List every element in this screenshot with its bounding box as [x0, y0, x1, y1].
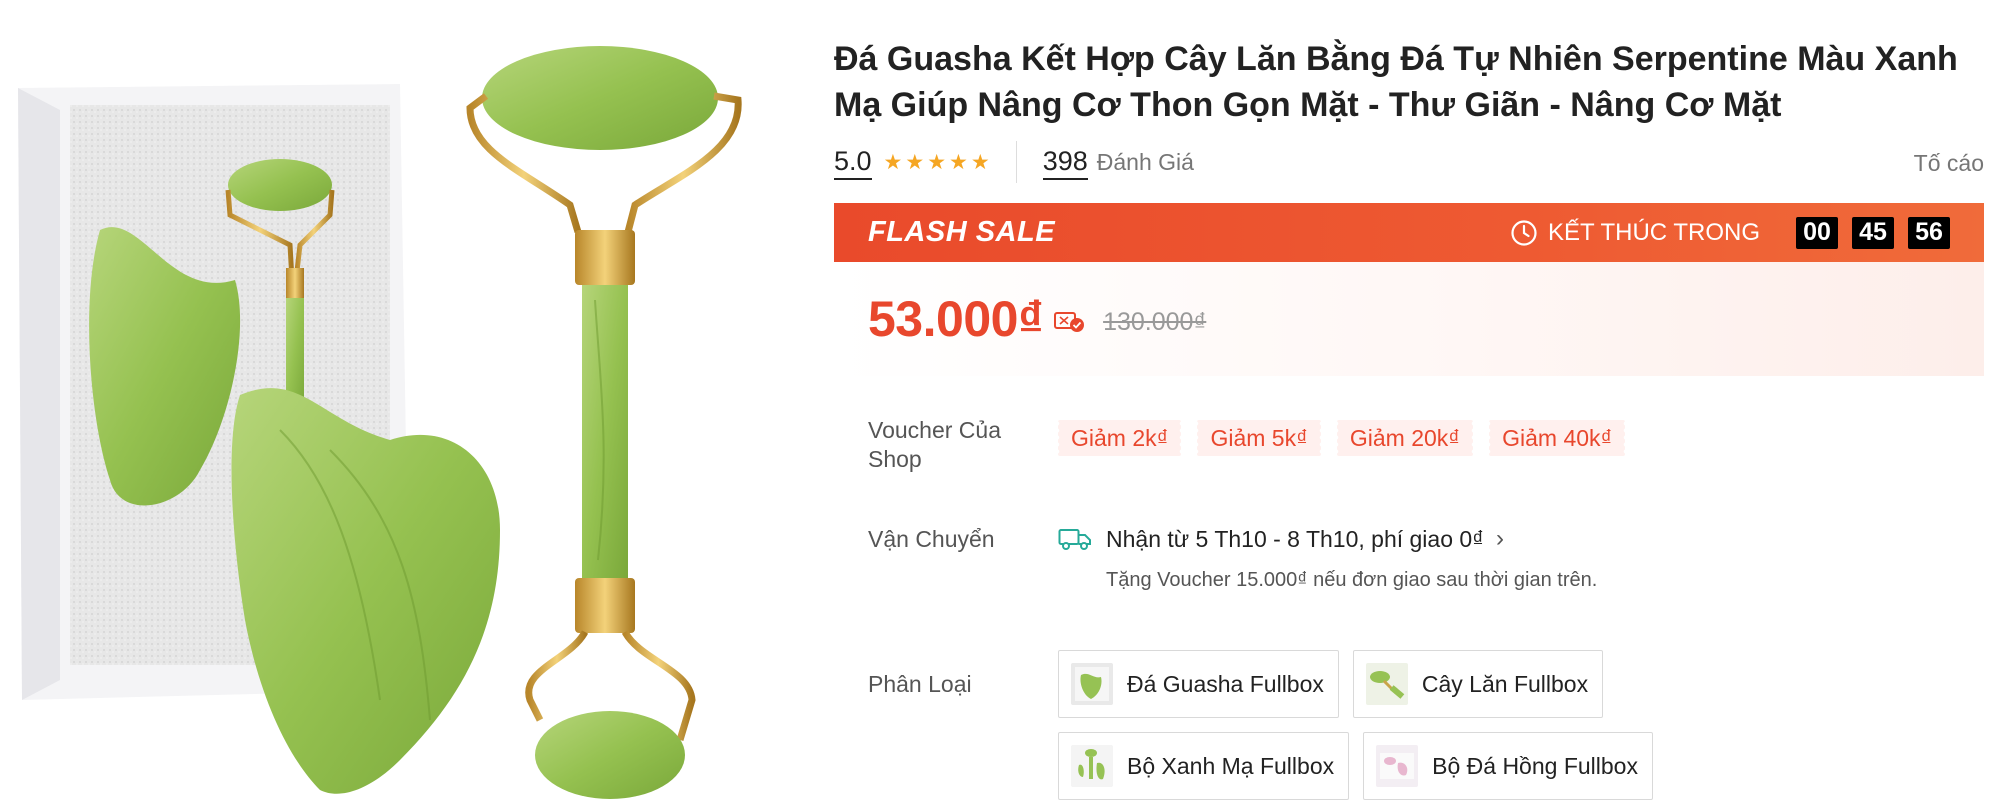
- shipping-voucher-note: Tặng Voucher 15.000₫ nếu đơn giao sau th…: [1106, 569, 1598, 591]
- shipping-row: Vận Chuyển Nhận từ 5 Th10 - 8 Th10, phí …: [868, 525, 1984, 592]
- flash-sale-banner: FLASH SALE KẾT THÚC TRONG 00 45 56: [834, 203, 1984, 262]
- shop-voucher-label: Voucher Của Shop: [868, 417, 1001, 472]
- variant-option[interactable]: Bộ Đá Hồng Fullbox: [1363, 732, 1653, 800]
- current-price: 53.000₫: [868, 291, 1044, 347]
- review-count[interactable]: 398: [1042, 145, 1088, 180]
- variant-thumbnail: [1376, 745, 1419, 787]
- price-section: 53.000₫ 130.000₫: [834, 262, 1984, 376]
- flash-sale-title: FLASH SALE: [868, 216, 1056, 248]
- rating-value[interactable]: 5.0: [834, 145, 872, 180]
- variant-option-label: Bộ Xanh Mạ Fullbox: [1127, 752, 1335, 779]
- voucher-chip[interactable]: Giảm 5k₫: [1196, 420, 1321, 456]
- variant-thumbnail: [1071, 745, 1113, 787]
- shipping-label: Vận Chuyển: [868, 526, 995, 552]
- countdown-seconds: 56: [1908, 216, 1950, 249]
- variant-option[interactable]: Cây Lăn Fullbox: [1352, 650, 1604, 718]
- variant-option[interactable]: Bộ Xanh Mạ Fullbox: [1058, 732, 1350, 800]
- star-icon: ★: [970, 150, 990, 174]
- stats-divider: [1015, 141, 1017, 183]
- voucher-chip[interactable]: Giảm 2k₫: [1056, 420, 1182, 456]
- variant-option[interactable]: Đá Guasha Fullbox: [1058, 650, 1339, 718]
- shop-voucher-row: Voucher Của Shop Giảm 2k₫ Giảm 5k₫ Giảm …: [868, 416, 1984, 474]
- variant-thumbnail: [1071, 663, 1113, 705]
- variant-option-label: Cây Lăn Fullbox: [1421, 670, 1589, 697]
- product-image[interactable]: [0, 0, 790, 802]
- shipping-info: Nhận từ 5 Th10 - 8 Th10, phí giao 0₫ › T…: [1058, 525, 1597, 592]
- truck-icon: [1058, 529, 1091, 550]
- variant-option-label: Đá Guasha Fullbox: [1127, 670, 1324, 697]
- original-price: 130.000₫: [1103, 307, 1207, 336]
- voucher-badge-icon[interactable]: [1053, 307, 1085, 335]
- chevron-right-icon: ›: [1495, 525, 1504, 552]
- voucher-chip[interactable]: Giảm 40k₫: [1488, 420, 1626, 456]
- variant-option-label: Bộ Đá Hồng Fullbox: [1432, 752, 1638, 779]
- clock-icon: [1511, 219, 1537, 246]
- report-link[interactable]: Tố cáo: [1914, 150, 1984, 177]
- star-icon: ★: [905, 150, 925, 174]
- voucher-list: Giảm 2k₫ Giảm 5k₫ Giảm 20k₫ Giảm 40k₫: [1056, 420, 1626, 474]
- jade-roller-gua-sha-image: [18, 46, 742, 799]
- voucher-chip[interactable]: Giảm 20k₫: [1335, 420, 1474, 456]
- countdown-minutes: 45: [1852, 216, 1894, 249]
- product-title: Đá Guasha Kết Hợp Cây Lăn Bằng Đá Tự Nhi…: [834, 40, 1958, 124]
- review-label: Đánh Giá: [1096, 148, 1194, 175]
- countdown-hours: 00: [1796, 216, 1838, 249]
- star-icon: ★: [949, 150, 968, 174]
- shipping-estimate-text: Nhận từ 5 Th10 - 8 Th10, phí giao 0₫: [1106, 525, 1484, 552]
- rating-stats: 5.0 ★ ★ ★ ★ ★ 398 Đánh Giá: [834, 141, 1984, 183]
- star-icon: ★: [883, 150, 903, 174]
- flash-sale-countdown: KẾT THÚC TRONG 00 45 56: [1510, 216, 1950, 249]
- countdown-label: KẾT THÚC TRONG: [1547, 218, 1760, 246]
- product-page: Đá Guasha Kết Hợp Cây Lăn Bằng Đá Tự Nhi…: [0, 0, 2000, 802]
- rating-stars: ★ ★ ★ ★ ★: [884, 152, 990, 173]
- variant-thumbnail: [1365, 663, 1408, 705]
- variant-list: Đá Guasha Fullbox Cây Lăn Fullbox Bộ Xan…: [1058, 650, 1698, 800]
- shipping-estimate[interactable]: Nhận từ 5 Th10 - 8 Th10, phí giao 0₫ ›: [1058, 525, 1597, 553]
- variant-row: Phân Loại Đá Guasha Fullbox Cây Lăn Full…: [868, 650, 1984, 800]
- variant-label: Phân Loại: [868, 671, 972, 697]
- star-icon: ★: [927, 150, 947, 174]
